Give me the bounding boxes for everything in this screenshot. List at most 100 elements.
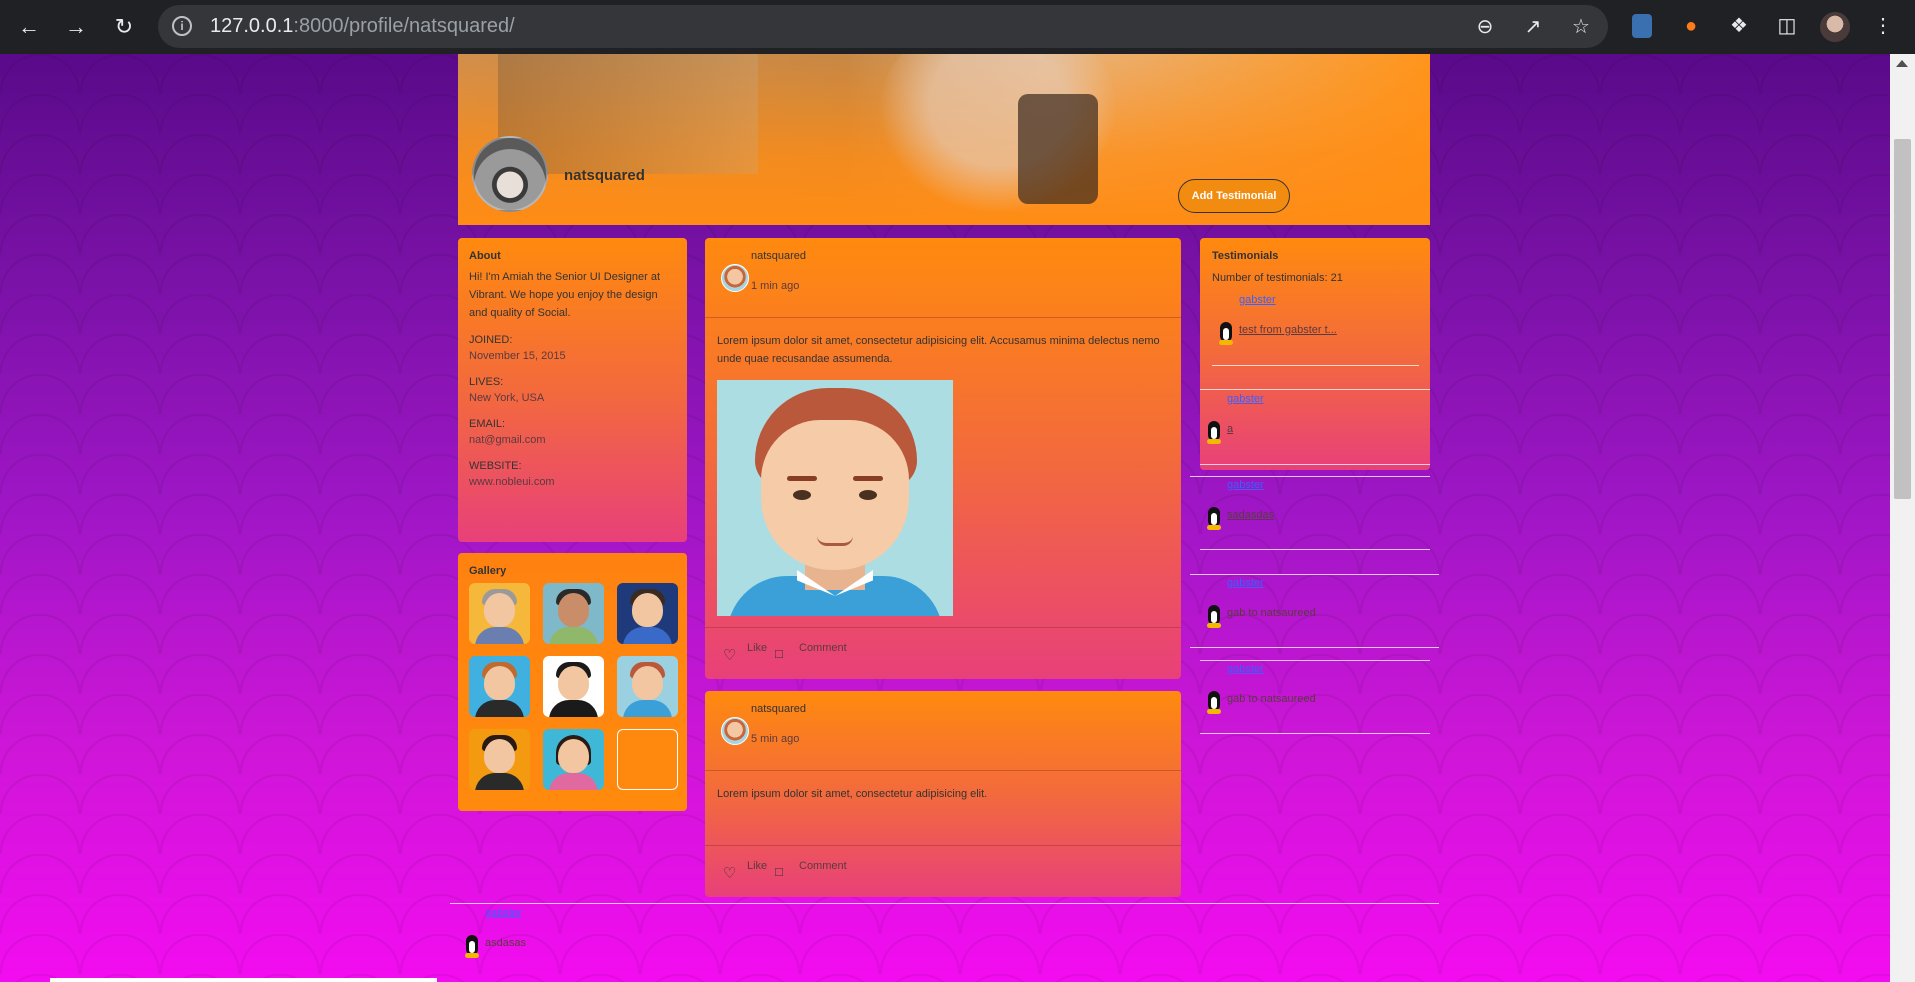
post-time: 1 min ago — [751, 280, 800, 292]
testimonial-author-link[interactable]: gabster — [1227, 393, 1264, 405]
comment-button[interactable]: Comment — [799, 642, 847, 654]
profile-username: natsquared — [564, 167, 645, 184]
testimonial-text[interactable]: test from gabster t... — [1239, 324, 1337, 336]
divider — [1212, 365, 1419, 366]
field-value[interactable]: www.nobleui.com — [469, 474, 676, 490]
back-icon[interactable]: ← — [11, 9, 47, 45]
cover-photo-phone — [1018, 94, 1098, 204]
testimonials-title: Testimonials — [1212, 250, 1279, 262]
field-value: nat@gmail.com — [469, 434, 546, 446]
testimonials-card: Testimonials Number of testimonials: 21 — [1200, 238, 1430, 470]
testimonials-count: Number of testimonials: 21 — [1212, 272, 1343, 284]
about-field-email: EMAIL: nat@gmail.com — [469, 416, 676, 448]
divider — [1200, 389, 1430, 390]
puzzle-icon[interactable]: ❖ — [1726, 13, 1752, 39]
post-footer: ♡ Like □ Comment — [705, 845, 1181, 897]
about-field-website: WEBSITE: www.nobleui.com — [469, 458, 676, 490]
heart-icon[interactable]: ♡ — [723, 646, 736, 664]
tux-avatar-icon — [1219, 318, 1233, 346]
gallery-photo[interactable] — [543, 729, 604, 790]
testimonial-author-link[interactable]: gabster — [485, 907, 522, 919]
testimonial-text: asdasas — [485, 937, 526, 949]
tux-avatar-icon — [1207, 601, 1221, 629]
gallery-photo[interactable] — [469, 583, 530, 644]
browser-toolbar: ← → ↻ i 127.0.0.1:8000/profile/natsquare… — [0, 0, 1915, 54]
zoom-out-icon[interactable]: ⊖ — [1474, 16, 1496, 38]
post-image[interactable] — [717, 380, 953, 616]
scrollbar-thumb[interactable] — [1894, 139, 1911, 499]
comment-icon[interactable]: □ — [775, 864, 783, 879]
profile-avatar[interactable] — [472, 136, 548, 212]
field-label: WEBSITE: — [469, 460, 522, 472]
field-label: LIVES: — [469, 376, 504, 388]
field-value: New York, USA — [469, 392, 545, 404]
url-text[interactable]: 127.0.0.1:8000/profile/natsquared/ — [210, 15, 515, 38]
post-author-avatar[interactable] — [721, 717, 749, 745]
divider — [1190, 647, 1439, 648]
gallery-title: Gallery — [469, 565, 507, 577]
post-author-avatar[interactable] — [721, 264, 749, 292]
extension-icon[interactable] — [1632, 14, 1652, 38]
gallery-photo[interactable] — [617, 656, 678, 717]
post-author[interactable]: natsquared — [751, 703, 806, 715]
about-bio: Hi! I'm Amiah the Senior UI Designer at … — [469, 271, 661, 319]
post-card: natsquared 1 min ago Lorem ipsum dolor s… — [705, 238, 1181, 679]
extension-orange-icon[interactable]: ● — [1678, 13, 1704, 39]
testimonial-text[interactable]: a — [1227, 423, 1233, 435]
side-panel-icon[interactable]: ◫ — [1774, 13, 1800, 39]
divider — [1190, 476, 1430, 477]
site-info-icon[interactable]: i — [172, 16, 192, 36]
about-field-joined: JOINED: November 15, 2015 — [469, 332, 676, 364]
tux-avatar-icon — [465, 931, 479, 959]
divider — [1200, 464, 1430, 465]
gallery-photo[interactable] — [543, 656, 604, 717]
bookmark-star-icon[interactable]: ☆ — [1570, 16, 1592, 38]
heart-icon[interactable]: ♡ — [723, 864, 736, 882]
address-bar[interactable]: i 127.0.0.1:8000/profile/natsquared/ ⊖ ↗… — [158, 5, 1608, 48]
like-button[interactable]: Like — [747, 642, 767, 654]
post-text: Lorem ipsum dolor sit amet, consectetur … — [717, 335, 1160, 365]
testimonial-author-link[interactable]: gabster — [1227, 663, 1264, 675]
comment-button[interactable]: Comment — [799, 860, 847, 872]
gallery-photo-broken[interactable] — [617, 729, 678, 790]
post-footer: ♡ Like □ Comment — [705, 627, 1181, 679]
field-label: JOINED: — [469, 334, 513, 346]
field-label: EMAIL: — [469, 418, 506, 430]
divider — [1190, 574, 1439, 575]
scroll-up-arrow-icon[interactable] — [1896, 60, 1908, 67]
comment-icon[interactable]: □ — [775, 646, 783, 661]
post-time: 5 min ago — [751, 733, 800, 745]
about-card: About Hi! I'm Amiah the Senior UI Design… — [458, 238, 687, 542]
testimonial-author-link[interactable]: gabster — [1239, 294, 1276, 306]
reload-icon[interactable]: ↻ — [106, 9, 142, 45]
testimonial-author-link[interactable]: gabster — [1227, 577, 1264, 589]
post-card: natsquared 5 min ago Lorem ipsum dolor s… — [705, 691, 1181, 897]
add-testimonial-button[interactable]: Add Testimonial — [1178, 179, 1290, 213]
testimonial-text: gab to natsaureed — [1227, 607, 1316, 619]
like-button[interactable]: Like — [747, 860, 767, 872]
forward-icon[interactable]: → — [58, 9, 94, 45]
testimonial-text[interactable]: sadasdas — [1227, 509, 1274, 521]
testimonial-text: gab to natsaureed — [1227, 693, 1316, 705]
menu-dots-icon[interactable]: ⋮ — [1870, 13, 1896, 39]
divider — [450, 903, 1439, 904]
profile-avatar-icon[interactable] — [1820, 12, 1850, 42]
gallery-photo[interactable] — [469, 729, 530, 790]
download-bar-edge — [50, 978, 437, 982]
profile-cover: natsquared Add Testimonial — [458, 54, 1430, 225]
share-icon[interactable]: ↗ — [1522, 16, 1544, 38]
tux-avatar-icon — [1207, 417, 1221, 445]
tux-avatar-icon — [1207, 503, 1221, 531]
page-viewport: natsquared Add Testimonial About Hi! I'm… — [0, 54, 1890, 982]
gallery-photo[interactable] — [617, 583, 678, 644]
divider — [1200, 660, 1430, 661]
gallery-grid — [469, 583, 678, 790]
post-author[interactable]: natsquared — [751, 250, 806, 262]
about-title: About — [469, 250, 501, 262]
post-text: Lorem ipsum dolor sit amet, consectetur … — [717, 788, 988, 800]
gallery-photo[interactable] — [469, 656, 530, 717]
page-scrollbar[interactable] — [1890, 54, 1915, 982]
divider — [1200, 549, 1430, 550]
gallery-photo[interactable] — [543, 583, 604, 644]
testimonial-author-link[interactable]: gabster — [1227, 479, 1264, 491]
